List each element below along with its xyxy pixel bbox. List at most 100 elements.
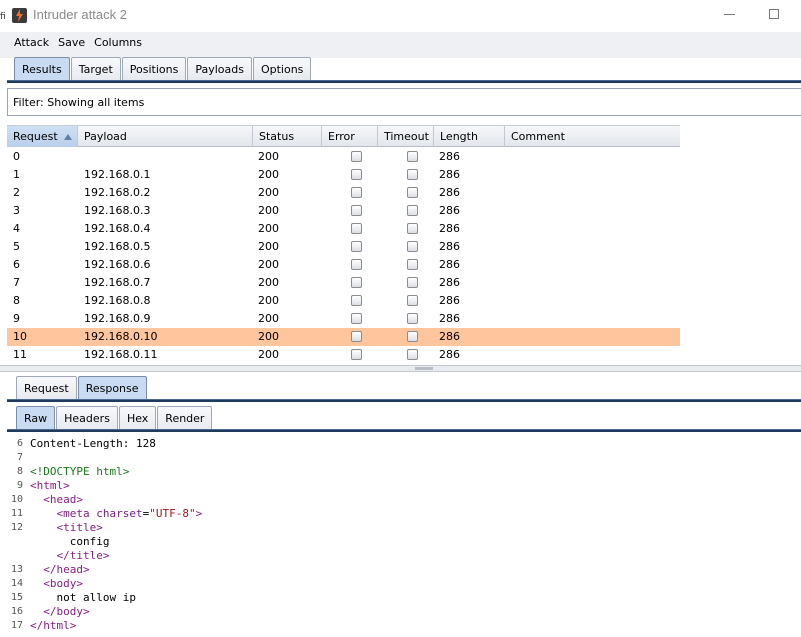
code-token: </body> bbox=[30, 605, 90, 618]
table-row[interactable]: 8 192.168.0.8 200 286 bbox=[7, 292, 680, 310]
checkbox-error[interactable] bbox=[351, 205, 362, 216]
checkbox-timeout[interactable] bbox=[407, 295, 418, 306]
menu-columns[interactable]: Columns bbox=[94, 36, 142, 49]
code-text: </html> bbox=[30, 619, 76, 633]
cell-length: 286 bbox=[439, 258, 460, 271]
minimize-icon[interactable] bbox=[724, 14, 735, 15]
checkbox-timeout[interactable] bbox=[407, 205, 418, 216]
table-row[interactable]: 7 192.168.0.7 200 286 bbox=[7, 274, 680, 292]
cell-request: 1 bbox=[13, 168, 20, 181]
column-length[interactable]: Length bbox=[434, 126, 505, 147]
line-number: 14 bbox=[10, 578, 23, 589]
table-row[interactable]: 2 192.168.0.2 200 286 bbox=[7, 184, 680, 202]
table-row[interactable]: 10 192.168.0.10 200 286 bbox=[7, 328, 680, 346]
checkbox-error[interactable] bbox=[351, 241, 362, 252]
checkbox-error[interactable] bbox=[351, 187, 362, 198]
column-comment[interactable]: Comment bbox=[505, 126, 680, 147]
code-text: Content-Length: 128 bbox=[30, 437, 156, 451]
checkbox-error[interactable] bbox=[351, 331, 362, 342]
table-row[interactable]: 9 192.168.0.9 200 286 bbox=[7, 310, 680, 328]
line-number: 16 bbox=[10, 606, 23, 617]
cell-request: 2 bbox=[13, 186, 20, 199]
tab-positions[interactable]: Positions bbox=[121, 57, 187, 81]
tab-payloads[interactable]: Payloads bbox=[187, 57, 252, 81]
column-timeout[interactable]: Timeout bbox=[378, 126, 434, 147]
code-token: Content-Length: 128 bbox=[30, 437, 156, 450]
checkbox-error[interactable] bbox=[351, 295, 362, 306]
tab-render[interactable]: Render bbox=[157, 406, 213, 430]
checkbox-error[interactable] bbox=[351, 313, 362, 324]
maximize-icon[interactable] bbox=[769, 9, 779, 19]
table-row[interactable]: 3 192.168.0.3 200 286 bbox=[7, 202, 680, 220]
checkbox-timeout[interactable] bbox=[407, 331, 418, 342]
menu-attack[interactable]: Attack bbox=[14, 36, 49, 49]
tab-raw[interactable]: Raw bbox=[16, 406, 56, 430]
cell-request: 9 bbox=[13, 312, 20, 325]
cell-payload: 192.168.0.2 bbox=[84, 186, 151, 199]
results-table: Request Payload Status Error Timeout Len… bbox=[7, 125, 680, 365]
code-line: </title> bbox=[0, 549, 801, 563]
table-row[interactable]: 11 192.168.0.11 200 286 bbox=[7, 346, 680, 364]
menu-save[interactable]: Save bbox=[58, 36, 85, 49]
checkbox-timeout[interactable] bbox=[407, 223, 418, 234]
filter-bar[interactable]: Filter: Showing all items bbox=[7, 88, 801, 116]
checkbox-timeout[interactable] bbox=[407, 187, 418, 198]
code-token: not allow ip bbox=[30, 591, 136, 604]
column-error[interactable]: Error bbox=[322, 126, 378, 147]
checkbox-timeout[interactable] bbox=[407, 169, 418, 180]
cell-length: 286 bbox=[439, 240, 460, 253]
cell-length: 286 bbox=[439, 168, 460, 181]
checkbox-error[interactable] bbox=[351, 259, 362, 270]
line-number: 11 bbox=[10, 508, 23, 519]
column-request[interactable]: Request bbox=[7, 126, 78, 147]
checkbox-timeout[interactable] bbox=[407, 241, 418, 252]
cell-status: 200 bbox=[258, 240, 279, 253]
checkbox-error[interactable] bbox=[351, 169, 362, 180]
checkbox-timeout[interactable] bbox=[407, 259, 418, 270]
response-editor[interactable]: 6 Content-Length: 128 7 8 <!DOCTYPE html> 9 <h… bbox=[0, 435, 801, 637]
cell-payload: 192.168.0.10 bbox=[84, 330, 158, 343]
checkbox-timeout[interactable] bbox=[407, 277, 418, 288]
tab-target[interactable]: Target bbox=[70, 57, 121, 81]
tab-headers[interactable]: Headers bbox=[56, 406, 118, 430]
table-row[interactable]: 1 192.168.0.1 200 286 bbox=[7, 166, 680, 184]
column-payload[interactable]: Payload bbox=[78, 126, 253, 147]
divider-grip-icon[interactable] bbox=[415, 367, 433, 370]
checkbox-error[interactable] bbox=[351, 349, 362, 360]
checkbox-error[interactable] bbox=[351, 151, 362, 162]
tab-response[interactable]: Response bbox=[77, 376, 147, 400]
cell-payload: 192.168.0.4 bbox=[84, 222, 151, 235]
title-bar: fi Intruder attack 2 bbox=[0, 0, 801, 32]
code-token: "UTF-8" bbox=[149, 507, 196, 520]
code-text: <!DOCTYPE html> bbox=[30, 465, 129, 479]
split-divider[interactable] bbox=[0, 365, 801, 372]
checkbox-error[interactable] bbox=[351, 223, 362, 234]
code-line: 8 <!DOCTYPE html> bbox=[0, 465, 801, 479]
view-tabs-underline bbox=[7, 429, 801, 432]
table-row[interactable]: 0 200 286 bbox=[7, 148, 680, 166]
cell-status: 200 bbox=[258, 294, 279, 307]
cell-request: 6 bbox=[13, 258, 20, 271]
code-line: config bbox=[0, 535, 801, 549]
code-line: 13 </head> bbox=[0, 563, 801, 577]
cell-length: 286 bbox=[439, 276, 460, 289]
code-line: 11 <meta charset="UTF-8"> bbox=[0, 507, 801, 521]
column-status[interactable]: Status bbox=[253, 126, 322, 147]
code-line: 17 </html> bbox=[0, 619, 801, 633]
code-text: config bbox=[30, 535, 110, 549]
checkbox-timeout[interactable] bbox=[407, 349, 418, 360]
cell-length: 286 bbox=[439, 186, 460, 199]
table-row[interactable]: 5 192.168.0.5 200 286 bbox=[7, 238, 680, 256]
cell-request: 4 bbox=[13, 222, 20, 235]
table-row[interactable]: 4 192.168.0.4 200 286 bbox=[7, 220, 680, 238]
checkbox-error[interactable] bbox=[351, 277, 362, 288]
tab-hex[interactable]: Hex bbox=[118, 406, 157, 430]
code-text: </body> bbox=[30, 605, 90, 619]
checkbox-timeout[interactable] bbox=[407, 151, 418, 162]
tab-options[interactable]: Options bbox=[252, 57, 312, 81]
cell-payload: 192.168.0.11 bbox=[84, 348, 158, 361]
checkbox-timeout[interactable] bbox=[407, 313, 418, 324]
tab-request[interactable]: Request bbox=[16, 376, 77, 400]
table-row[interactable]: 6 192.168.0.6 200 286 bbox=[7, 256, 680, 274]
tab-results[interactable]: Results bbox=[14, 57, 70, 81]
